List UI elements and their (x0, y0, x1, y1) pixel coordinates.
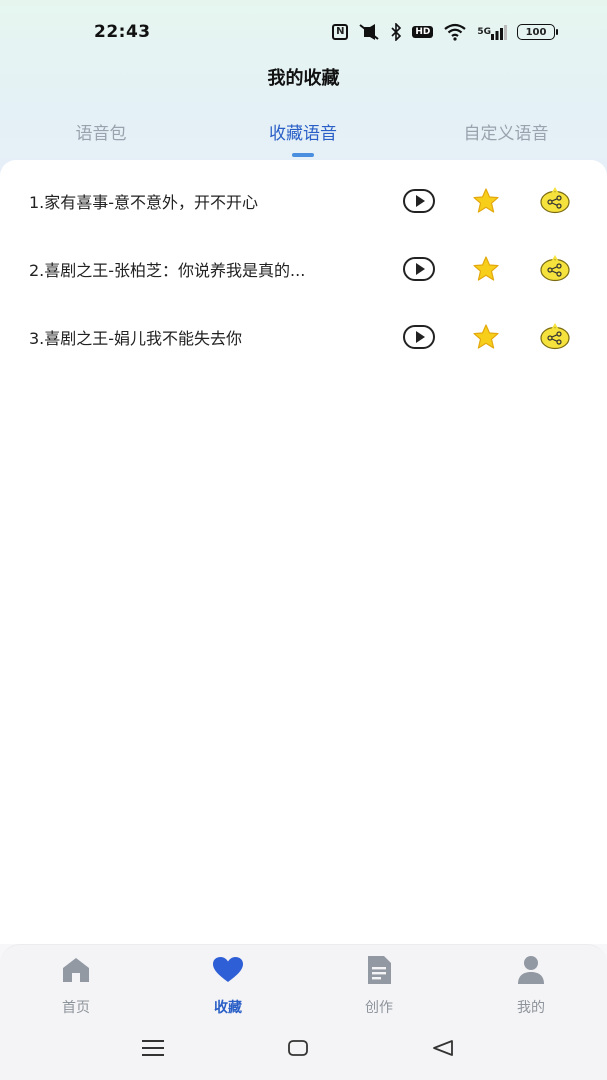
list-item[interactable]: 3.喜剧之王-娟儿我不能失去你 (0, 312, 607, 362)
share-icon (540, 323, 570, 350)
status-time: 22:43 (94, 22, 151, 42)
voice-title: 3.喜剧之王-娟儿我不能失去你 (29, 329, 243, 348)
nfc-icon: N (332, 23, 349, 41)
menu-icon[interactable] (142, 1038, 164, 1062)
share-icon (540, 187, 570, 214)
home-square-icon[interactable] (288, 1038, 308, 1062)
favorite-star-button[interactable] (472, 187, 500, 215)
back-triangle-icon[interactable] (432, 1038, 454, 1062)
play-button[interactable] (403, 257, 435, 281)
status-bar: 22:43 N HD 5G 100 (0, 0, 607, 64)
star-icon (473, 188, 499, 213)
tab-voice-pack[interactable]: 语音包 (40, 116, 162, 152)
star-icon (473, 256, 499, 281)
play-icon (415, 263, 425, 275)
wifi-icon (443, 23, 467, 41)
play-button[interactable] (403, 325, 435, 349)
nav-create[interactable]: 创作 (329, 953, 429, 1023)
signal-5g-icon: 5G (477, 23, 507, 41)
play-button[interactable] (403, 189, 435, 213)
share-button[interactable] (538, 255, 572, 283)
tab-custom-voices[interactable]: 自定义语音 (440, 116, 572, 152)
mute-icon (358, 23, 380, 41)
tab-favorite-voices[interactable]: 收藏语音 (242, 116, 364, 152)
hd-icon: HD (412, 23, 434, 41)
nav-home-label: 首页 (62, 1000, 90, 1016)
voice-title: 2.喜剧之王-张柏芝：你说养我是真的... (29, 261, 306, 280)
nav-profile-label: 我的 (517, 1000, 545, 1016)
heart-icon (213, 957, 243, 982)
favorite-star-button[interactable] (472, 323, 500, 351)
system-nav-bar (0, 1030, 607, 1070)
tab-bar: 语音包 收藏语音 自定义语音 (0, 116, 607, 157)
nav-create-label: 创作 (365, 1000, 393, 1016)
tab-active-indicator (292, 153, 314, 157)
share-button[interactable] (538, 187, 572, 215)
status-icons: N HD 5G 100 (332, 23, 558, 41)
person-icon (518, 956, 544, 984)
share-button[interactable] (538, 323, 572, 351)
nav-favorites-label: 收藏 (214, 1000, 242, 1016)
battery-icon: 100 (517, 23, 558, 41)
voice-title: 1.家有喜事-意不意外，开不开心 (29, 193, 259, 212)
star-icon (473, 324, 499, 349)
nav-favorites[interactable]: 收藏 (178, 953, 278, 1023)
nav-home[interactable]: 首页 (26, 953, 126, 1023)
share-icon (540, 255, 570, 282)
page-title: 我的收藏 (267, 68, 340, 89)
list-item[interactable]: 2.喜剧之王-张柏芝：你说养我是真的... (0, 244, 607, 294)
home-icon (63, 958, 89, 982)
play-icon (415, 195, 425, 207)
favorite-star-button[interactable] (472, 255, 500, 283)
bluetooth-icon (390, 23, 402, 41)
list-item[interactable]: 1.家有喜事-意不意外，开不开心 (0, 176, 607, 226)
play-icon (415, 331, 425, 343)
document-icon (368, 956, 391, 984)
favorites-list: 1.家有喜事-意不意外，开不开心 2.喜剧之王-张柏芝：你说养我是真的... 3… (0, 160, 607, 944)
nav-profile[interactable]: 我的 (481, 953, 581, 1023)
